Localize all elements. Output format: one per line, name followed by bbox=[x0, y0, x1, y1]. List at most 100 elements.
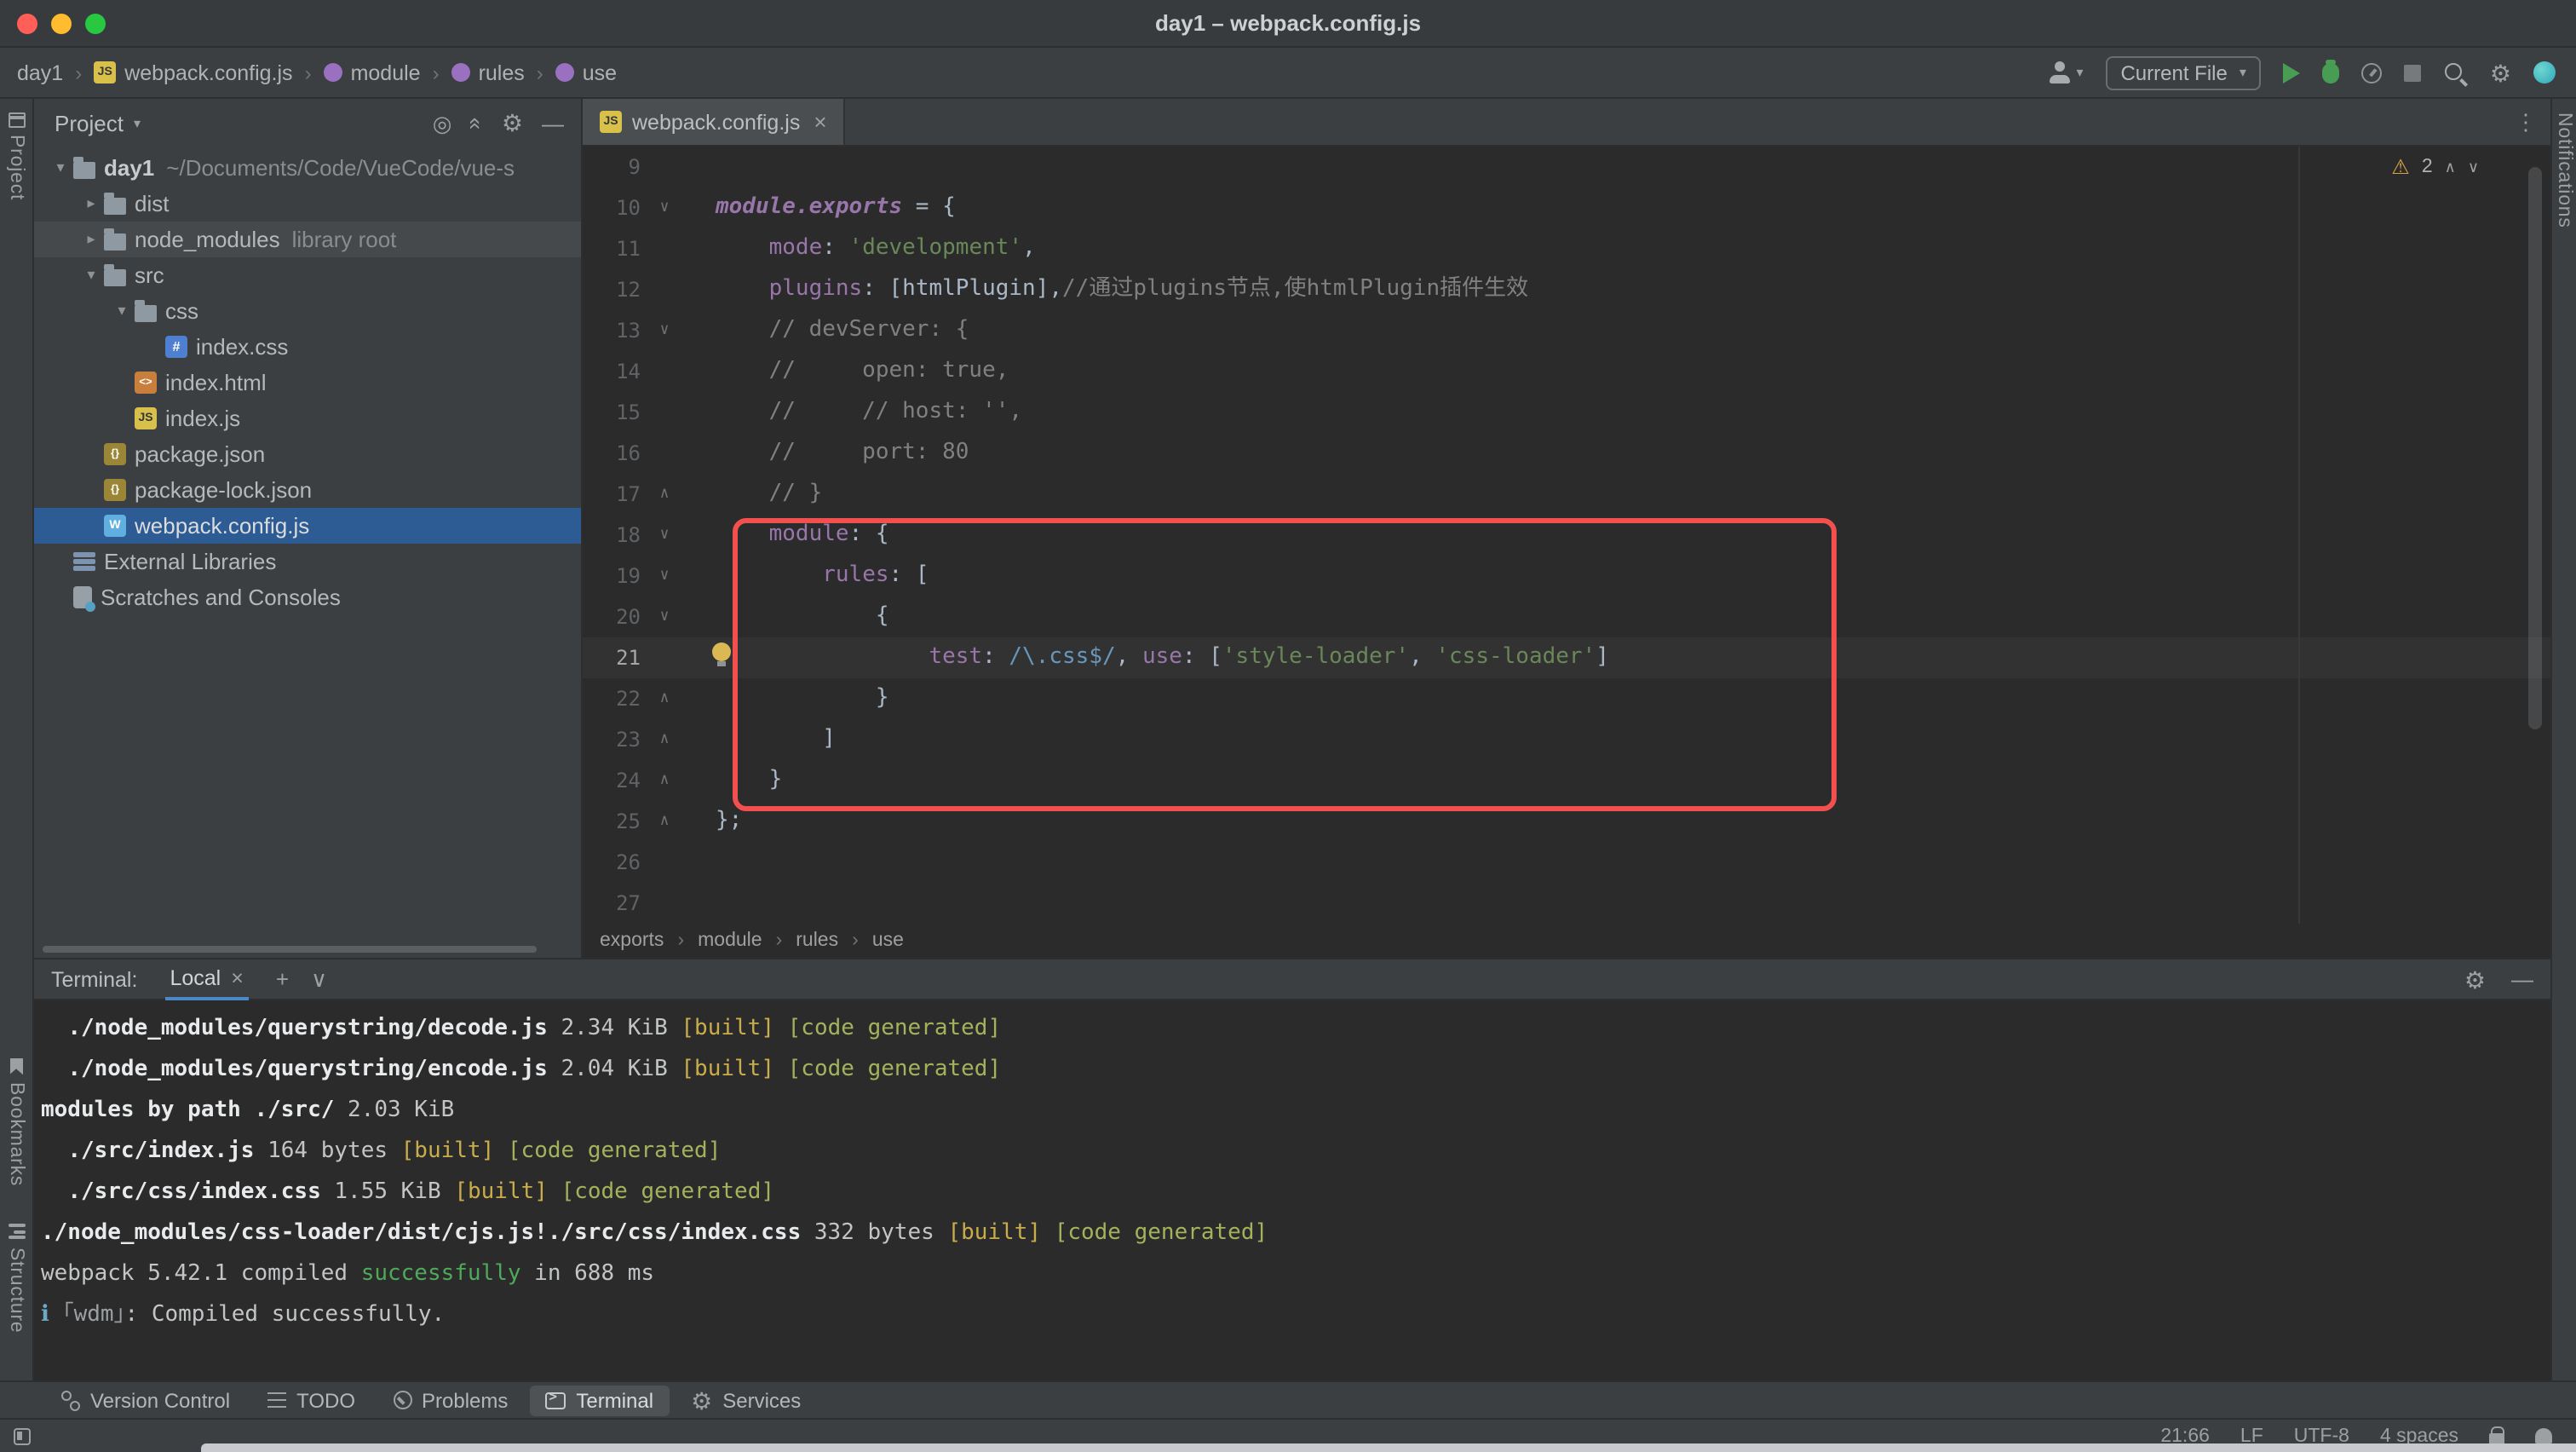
code-line[interactable]: 24∧ } bbox=[583, 760, 2550, 801]
terminal-minimize-button[interactable]: — bbox=[2511, 968, 2533, 990]
fold-marker[interactable] bbox=[641, 433, 688, 474]
debug-button[interactable] bbox=[2323, 62, 2340, 83]
fold-marker[interactable]: ∨ bbox=[641, 515, 688, 556]
code-line[interactable]: 18∨ module: { bbox=[583, 515, 2550, 556]
lock-button[interactable] bbox=[2489, 1426, 2504, 1445]
tree-item-day1[interactable]: ▾day1~/Documents/Code/VueCode/vue-s bbox=[34, 150, 581, 186]
locate-button[interactable]: ◎ bbox=[433, 112, 452, 134]
fold-marker[interactable]: ∨ bbox=[641, 310, 688, 351]
next-problem-icon[interactable]: ∨ bbox=[2468, 158, 2479, 176]
fold-marker[interactable]: ∧ bbox=[641, 801, 688, 842]
run-config-selector[interactable]: Current File▾ bbox=[2105, 55, 2261, 89]
fold-marker[interactable]: ∨ bbox=[641, 187, 688, 228]
nav-breadcrumb-item[interactable]: day1 bbox=[17, 60, 63, 84]
profile-button[interactable] bbox=[2362, 62, 2383, 83]
tree-expand-icon[interactable]: ▸ bbox=[78, 230, 104, 249]
code-line[interactable]: 26 bbox=[583, 842, 2550, 883]
nav-breadcrumb-item[interactable]: JSwebpack.config.js bbox=[94, 60, 292, 84]
tree-expand-icon[interactable]: ▾ bbox=[78, 266, 104, 285]
code-line[interactable]: 9 bbox=[583, 147, 2550, 187]
fold-marker[interactable] bbox=[641, 637, 688, 678]
stripe-button-project[interactable]: Project bbox=[6, 112, 26, 200]
stripe-button-structure[interactable]: Structure bbox=[6, 1223, 26, 1333]
run-button[interactable] bbox=[2284, 62, 2301, 83]
fold-marker[interactable] bbox=[641, 147, 688, 187]
dropdown-tab-button[interactable]: ∨ bbox=[311, 968, 327, 990]
toolwindow-button-version-control[interactable]: Version Control bbox=[44, 1385, 245, 1415]
tree-item-external-libraries[interactable]: External Libraries bbox=[34, 544, 581, 579]
tree-item-index-css[interactable]: #index.css bbox=[34, 329, 581, 365]
tree-expand-icon[interactable]: ▾ bbox=[48, 158, 73, 177]
editor-tab-webpack-config[interactable]: JS webpack.config.js × bbox=[583, 99, 846, 145]
zoom-window-button[interactable] bbox=[85, 13, 106, 33]
tab-options-icon[interactable]: ⋮ bbox=[2515, 108, 2537, 135]
settings-button[interactable]: ⚙ bbox=[502, 111, 523, 135]
collapse-all-button[interactable]: « bbox=[470, 112, 482, 134]
toolwindow-button-problems[interactable]: Problems bbox=[377, 1385, 523, 1415]
tree-horizontal-scrollbar[interactable] bbox=[43, 946, 537, 953]
tree-item-webpack-config-js[interactable]: Wwebpack.config.js bbox=[34, 508, 581, 544]
fold-marker[interactable] bbox=[641, 351, 688, 392]
toolwindow-button-todo[interactable]: TODO bbox=[252, 1385, 371, 1415]
code-line[interactable]: 15 // // host: '', bbox=[583, 392, 2550, 433]
code-line[interactable]: 12 plugins: [htmlPlugin],//通过plugins节点,使… bbox=[583, 269, 2550, 310]
tree-item-package-lock-json[interactable]: {}package-lock.json bbox=[34, 472, 581, 508]
stop-button[interactable] bbox=[2405, 64, 2422, 81]
tree-item-index-html[interactable]: <>index.html bbox=[34, 365, 581, 400]
code-line[interactable]: 25∧}; bbox=[583, 801, 2550, 842]
stripe-button-notifications[interactable]: Notifications bbox=[2554, 112, 2574, 228]
code-line[interactable]: 17∧ // } bbox=[583, 474, 2550, 515]
code-line[interactable]: 20∨ { bbox=[583, 596, 2550, 637]
fold-marker[interactable] bbox=[641, 269, 688, 310]
fold-marker[interactable]: ∧ bbox=[641, 678, 688, 719]
tree-item-node-modules[interactable]: ▸node_moduleslibrary root bbox=[34, 222, 581, 257]
code-line[interactable]: 23∧ ] bbox=[583, 719, 2550, 760]
nav-breadcrumb-item[interactable]: rules bbox=[451, 60, 525, 84]
terminal-tab-local[interactable]: Local × bbox=[164, 959, 248, 1000]
fold-marker[interactable] bbox=[641, 842, 688, 883]
project-panel-title-group[interactable]: Project ▾ bbox=[55, 110, 141, 135]
editor-scrollbar[interactable] bbox=[2528, 167, 2542, 729]
fold-marker[interactable]: ∧ bbox=[641, 474, 688, 515]
tree-item-dist[interactable]: ▸dist bbox=[34, 186, 581, 222]
close-terminal-tab-icon[interactable]: × bbox=[231, 965, 244, 989]
tree-item-scratches-and-consoles[interactable]: Scratches and Consoles bbox=[34, 579, 581, 615]
bell-button[interactable] bbox=[2535, 1428, 2552, 1443]
code-line[interactable]: 11 mode: 'development', bbox=[583, 228, 2550, 269]
assistant-button[interactable] bbox=[2533, 61, 2556, 84]
editor-breadcrumb-item[interactable]: rules bbox=[796, 931, 838, 951]
code-line[interactable]: 14 // open: true, bbox=[583, 351, 2550, 392]
fold-marker[interactable]: ∨ bbox=[641, 596, 688, 637]
code-line[interactable]: 22∧ } bbox=[583, 678, 2550, 719]
code-line[interactable]: 21 test: /\.css$/, use: ['style-loader',… bbox=[583, 637, 2550, 678]
close-window-button[interactable] bbox=[17, 13, 37, 33]
search-button[interactable] bbox=[2444, 60, 2468, 84]
code-line[interactable]: 19∨ rules: [ bbox=[583, 556, 2550, 596]
user-menu-button[interactable]: ▾ bbox=[2049, 61, 2083, 84]
toolwindow-switcher-icon[interactable] bbox=[14, 1427, 31, 1444]
editor-breadcrumb-item[interactable]: module bbox=[698, 931, 762, 951]
toolwindow-button-terminal[interactable]: Terminal bbox=[530, 1385, 669, 1415]
tree-item-index-js[interactable]: JSindex.js bbox=[34, 400, 581, 436]
tree-item-package-json[interactable]: {}package.json bbox=[34, 436, 581, 472]
add-tab-button[interactable]: + bbox=[276, 968, 289, 990]
minimize-window-button[interactable] bbox=[51, 13, 72, 33]
tree-expand-icon[interactable]: ▸ bbox=[78, 194, 104, 213]
inspections-widget[interactable]: ⚠ 2 ∧ ∨ bbox=[2391, 155, 2479, 179]
editor-breadcrumb-item[interactable]: exports bbox=[600, 931, 664, 951]
fold-marker[interactable] bbox=[641, 392, 688, 433]
hide-button[interactable]: — bbox=[542, 112, 564, 134]
fold-marker[interactable] bbox=[641, 228, 688, 269]
prev-problem-icon[interactable]: ∧ bbox=[2445, 158, 2456, 176]
close-tab-icon[interactable]: × bbox=[814, 109, 826, 135]
terminal-settings-button[interactable]: ⚙ bbox=[2464, 967, 2486, 991]
fold-marker[interactable]: ∨ bbox=[641, 556, 688, 596]
nav-breadcrumb-item[interactable]: module bbox=[324, 60, 421, 84]
editor-breadcrumb-item[interactable]: use bbox=[872, 931, 904, 951]
code-line[interactable]: 10∨module.exports = { bbox=[583, 187, 2550, 228]
fold-marker[interactable]: ∧ bbox=[641, 760, 688, 801]
fold-marker[interactable]: ∧ bbox=[641, 719, 688, 760]
code-line[interactable]: 13∨ // devServer: { bbox=[583, 310, 2550, 351]
tree-item-css[interactable]: ▾css bbox=[34, 293, 581, 329]
settings-button[interactable]: ⚙ bbox=[2490, 60, 2511, 84]
